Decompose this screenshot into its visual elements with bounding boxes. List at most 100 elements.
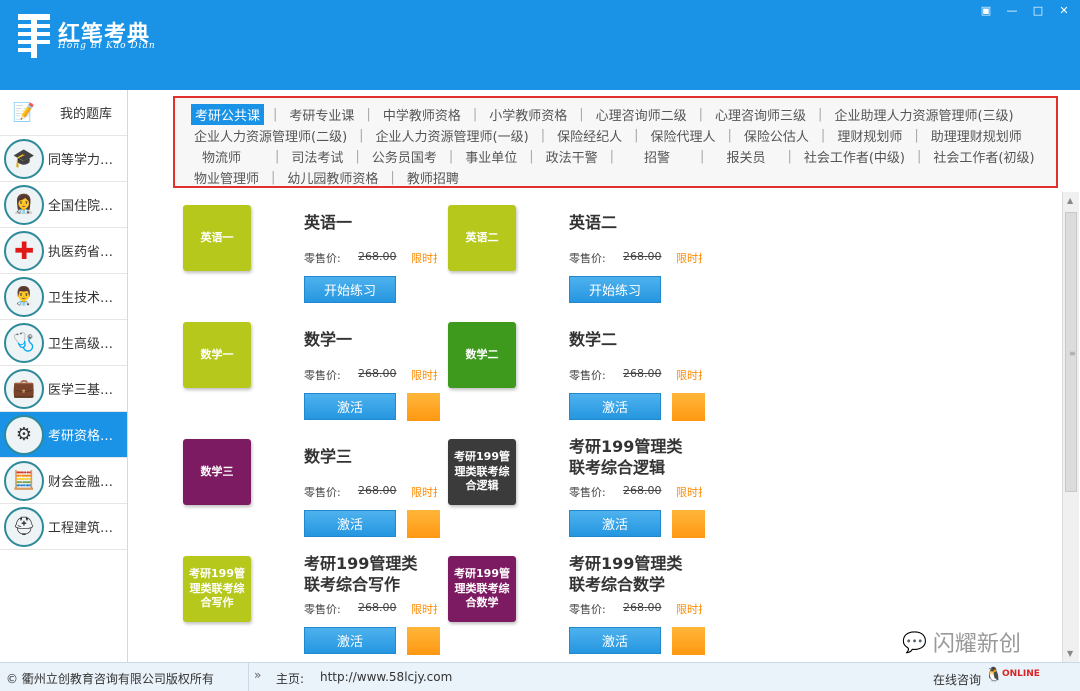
course-title: 数学一 xyxy=(304,330,353,349)
tab-separator: | xyxy=(820,128,826,143)
tab-police-recruit[interactable]: 招警 xyxy=(641,147,673,166)
tab-hr-1[interactable]: 企业人力资源管理师(一级) xyxy=(373,126,532,145)
promo-label: 限时折扣 xyxy=(411,603,437,616)
promo-label: 限时折扣 xyxy=(676,486,702,499)
scroll-up-icon[interactable]: ▲ xyxy=(1067,196,1073,205)
sidebar-item-health-tech[interactable]: 👨‍⚕️ 卫生技术… xyxy=(0,274,127,320)
course-thumbnail[interactable]: 数学二 xyxy=(448,322,516,388)
start-practice-button[interactable]: 开始练习 xyxy=(569,276,661,303)
tab-logistics[interactable]: 物流师 xyxy=(199,147,244,166)
course-thumbnail[interactable]: 英语一 xyxy=(183,205,251,271)
wechat-icon: 💬 xyxy=(902,630,927,654)
maximize-icon[interactable]: □ xyxy=(1030,4,1046,17)
activate-button[interactable]: 激活 xyxy=(304,510,396,537)
tab-primary-teacher[interactable]: 小学教师资格 xyxy=(486,105,570,124)
retail-price: 268.00 xyxy=(623,601,662,614)
sidebar-item-equivalent-degree[interactable]: 🎓 同等学力… xyxy=(0,136,127,182)
tab-public-institution[interactable]: 事业单位 xyxy=(462,147,520,166)
tab-psych-3[interactable]: 心理咨询师三级 xyxy=(712,105,809,124)
course-thumbnail[interactable]: 数学一 xyxy=(183,322,251,388)
sidebar-item-label: 全国住院… xyxy=(48,199,114,214)
buy-button[interactable] xyxy=(672,510,705,538)
tab-social-worker-junior[interactable]: 社会工作者(初级) xyxy=(930,147,1037,166)
course-title: 考研199管理类联考综合写作 xyxy=(304,554,418,594)
buy-button[interactable] xyxy=(407,627,440,655)
penguin-icon[interactable]: 🐧 xyxy=(985,667,1002,683)
tab-hr-3[interactable]: 企业助理人力资源管理师(三级) xyxy=(831,105,1016,124)
activate-button[interactable]: 激活 xyxy=(569,510,661,537)
course-thumbnail[interactable]: 数学三 xyxy=(183,439,251,505)
sidebar-item-label: 考研资格… xyxy=(48,429,114,444)
course-thumbnail[interactable]: 考研199管理类联考综合写作 xyxy=(183,556,251,622)
tab-separator: | xyxy=(914,128,919,143)
sidebar-item-label: 医学三基… xyxy=(48,383,114,398)
home-label: 主页: xyxy=(276,672,305,686)
tab-row: 物业管理师 | 幼儿园教师资格 | 教师招聘 xyxy=(191,167,1046,188)
tab-judicial[interactable]: 司法考试 xyxy=(288,147,346,166)
activate-button[interactable]: 激活 xyxy=(569,393,661,420)
start-practice-button[interactable]: 开始练习 xyxy=(304,276,396,303)
sidebar-item-label: 卫生技术… xyxy=(48,291,114,306)
sidebar-item-health-senior[interactable]: 🩺 卫生高级… xyxy=(0,320,127,366)
course-card: 数学一 数学一 零售价: 268.00 限时折扣 激活 xyxy=(173,309,440,421)
sidebar-item-finance[interactable]: 🧮 财会金融… xyxy=(0,458,127,504)
app-header: 红笔考典 Hong Bi Kao Dian ▣ — □ ✕ xyxy=(0,0,1080,90)
tab-separator: | xyxy=(355,149,360,164)
tab-police-officer[interactable]: 政法干警 xyxy=(543,147,601,166)
tab-postgrad-public[interactable]: 考研公共课 xyxy=(191,104,265,125)
tab-middle-teacher[interactable]: 中学教师资格 xyxy=(380,105,464,124)
hard-hat-icon: ⛑ xyxy=(4,506,44,547)
tab-separator: | xyxy=(366,107,371,122)
sidebar-item-medical-pharmacy[interactable]: ✚ 执医药省… xyxy=(0,228,127,274)
tab-insurance-agent[interactable]: 保险代理人 xyxy=(648,126,719,145)
vertical-scrollbar[interactable]: ▲ ≡ ▼ xyxy=(1062,192,1079,662)
double-chevron-icon: » xyxy=(254,668,262,682)
course-title: 英语一 xyxy=(304,213,353,232)
sidebar-item-postgraduate[interactable]: ⚙ 考研资格… xyxy=(0,412,127,458)
sidebar-item-medical-basics[interactable]: 💼 医学三基… xyxy=(0,366,127,412)
sidebar-item-national-residency[interactable]: 👩‍⚕️ 全国住院… xyxy=(0,182,127,228)
tab-civil-service[interactable]: 公务员国考 xyxy=(369,147,440,166)
retail-price: 268.00 xyxy=(358,367,397,380)
tab-social-worker-mid[interactable]: 社会工作者(中级) xyxy=(801,147,908,166)
minimize-icon[interactable]: — xyxy=(1004,4,1020,17)
tab-separator: | xyxy=(917,149,922,164)
home-link[interactable]: http://www.58lcjy.com xyxy=(320,670,452,684)
sidebar-item-engineering[interactable]: ⛑ 工程建筑… xyxy=(0,504,127,550)
tab-hr-2[interactable]: 企业人力资源管理师(二级) xyxy=(191,126,350,145)
course-thumbnail[interactable]: 考研199管理类联考综合数学 xyxy=(448,556,516,622)
tab-insurance-broker[interactable]: 保险经纪人 xyxy=(554,126,625,145)
tab-kindergarten-teacher[interactable]: 幼儿园教师资格 xyxy=(284,168,381,187)
course-thumbnail[interactable]: 英语二 xyxy=(448,205,516,271)
activate-button[interactable]: 激活 xyxy=(569,627,661,654)
tab-separator: | xyxy=(727,128,732,143)
tab-property-manager[interactable]: 物业管理师 xyxy=(191,168,262,187)
tab-insurance-assessor[interactable]: 保险公估人 xyxy=(741,126,812,145)
restore-icon[interactable]: ▣ xyxy=(978,4,994,17)
tab-financial-planner[interactable]: 理财规划师 xyxy=(834,126,905,145)
sidebar-item-my-question-bank[interactable]: 📝 我的题库 xyxy=(0,90,127,136)
retail-price: 268.00 xyxy=(623,367,662,380)
close-icon[interactable]: ✕ xyxy=(1056,4,1072,17)
tab-separator: | xyxy=(271,170,276,185)
online-consult-link[interactable]: 在线咨询 xyxy=(933,671,981,688)
buy-button[interactable] xyxy=(672,627,705,655)
tab-assistant-planner[interactable]: 助理理财规划师 xyxy=(928,126,1025,145)
buy-button[interactable] xyxy=(407,393,440,421)
price-label: 零售价: xyxy=(569,369,606,382)
sidebar-item-label: 工程建筑… xyxy=(48,521,114,536)
activate-button[interactable]: 激活 xyxy=(304,393,396,420)
buy-button[interactable] xyxy=(407,510,440,538)
online-badge[interactable]: ONLINE xyxy=(1002,669,1040,679)
tab-teacher-recruit[interactable]: 教师招聘 xyxy=(404,168,462,187)
course-card: 考研199管理类联考综合逻辑 考研199管理类联考综合逻辑 零售价: 268.0… xyxy=(438,426,705,538)
tab-postgrad-major[interactable]: 考研专业课 xyxy=(286,105,357,124)
scroll-down-icon[interactable]: ▼ xyxy=(1067,649,1073,658)
tab-psych-2[interactable]: 心理咨询师二级 xyxy=(593,105,690,124)
tab-separator: | xyxy=(529,149,534,164)
tab-customs-broker[interactable]: 报关员 xyxy=(723,147,768,166)
activate-button[interactable]: 激活 xyxy=(304,627,396,654)
course-thumbnail[interactable]: 考研199管理类联考综合逻辑 xyxy=(448,439,516,505)
buy-button[interactable] xyxy=(672,393,705,421)
tab-separator: | xyxy=(359,128,364,143)
